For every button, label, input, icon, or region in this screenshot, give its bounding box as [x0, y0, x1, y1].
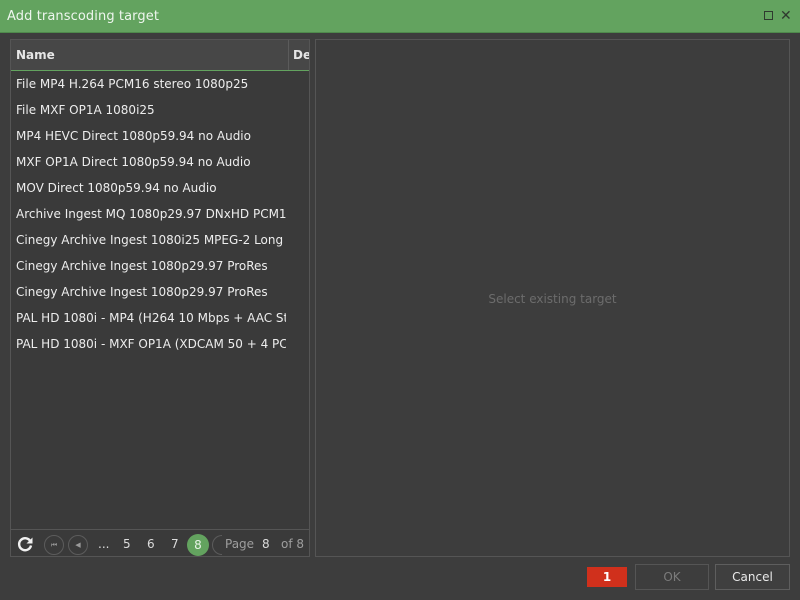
list-item[interactable]: Cinegy Archive Ingest 1080p29.97 ProRes — [11, 253, 286, 279]
error-count-badge[interactable]: 1 — [587, 567, 627, 587]
page-link-5[interactable]: 5 — [123, 535, 131, 553]
list-item[interactable]: PAL HD 1080i - MP4 (H264 10 Mbps + AAC S… — [11, 305, 286, 331]
list-item[interactable]: MXF OP1A Direct 1080p59.94 no Audio — [11, 149, 286, 175]
column-header-name[interactable]: Name — [16, 48, 55, 62]
target-details-panel: Select existing target — [315, 39, 790, 557]
refresh-icon[interactable] — [16, 535, 34, 553]
list-item[interactable]: Cinegy Archive Ingest 1080p29.97 ProRes — [11, 279, 286, 305]
list-item[interactable]: Cinegy Archive Ingest 1080i25 MPEG-2 Lon… — [11, 227, 286, 253]
page-link-7[interactable]: 7 — [171, 535, 179, 553]
title-bar: Add transcoding target ✕ — [0, 0, 800, 33]
empty-state-text: Select existing target — [488, 292, 617, 306]
column-resize-handle[interactable] — [288, 40, 289, 70]
list-item[interactable]: MP4 HEVC Direct 1080p59.94 no Audio — [11, 123, 286, 149]
list-item[interactable]: MOV Direct 1080p59.94 no Audio — [11, 175, 286, 201]
close-icon[interactable]: ✕ — [780, 9, 794, 23]
list-item[interactable]: Archive Ingest MQ 1080p29.97 DNxHD PCM16… — [11, 201, 286, 227]
page-input[interactable]: 8 — [262, 535, 270, 553]
first-page-icon[interactable]: ⏮ — [44, 535, 64, 555]
page-label: Page — [225, 537, 255, 551]
list-item[interactable]: PAL HD 1080i - MXF OP1A (XDCAM 50 + 4 PC… — [11, 331, 286, 357]
page-total: of 8 — [281, 537, 305, 551]
pagination-bar: ⏮ ◀ ... 5 6 7 8 Page 8 of 8 — [11, 529, 309, 556]
window-title: Add transcoding target — [7, 9, 160, 24]
page-link-6[interactable]: 6 — [147, 535, 155, 553]
ok-button[interactable]: OK — [635, 564, 709, 590]
list-item[interactable]: File MP4 H.264 PCM16 stereo 1080p25 — [11, 71, 286, 97]
page-input-edge — [212, 535, 222, 555]
page-ellipsis[interactable]: ... — [98, 535, 109, 553]
list-item[interactable]: File MXF OP1A 1080i25 — [11, 97, 286, 123]
column-header-description[interactable]: De — [293, 48, 309, 62]
current-page[interactable]: 8 — [187, 534, 209, 556]
targets-list: File MP4 H.264 PCM16 stereo 1080p25 File… — [11, 71, 309, 357]
table-header: Name De — [11, 40, 309, 71]
maximize-icon[interactable] — [762, 9, 776, 23]
cancel-button[interactable]: Cancel — [715, 564, 790, 590]
prev-page-icon[interactable]: ◀ — [68, 535, 88, 555]
targets-list-panel: Name De File MP4 H.264 PCM16 stereo 1080… — [10, 39, 310, 557]
